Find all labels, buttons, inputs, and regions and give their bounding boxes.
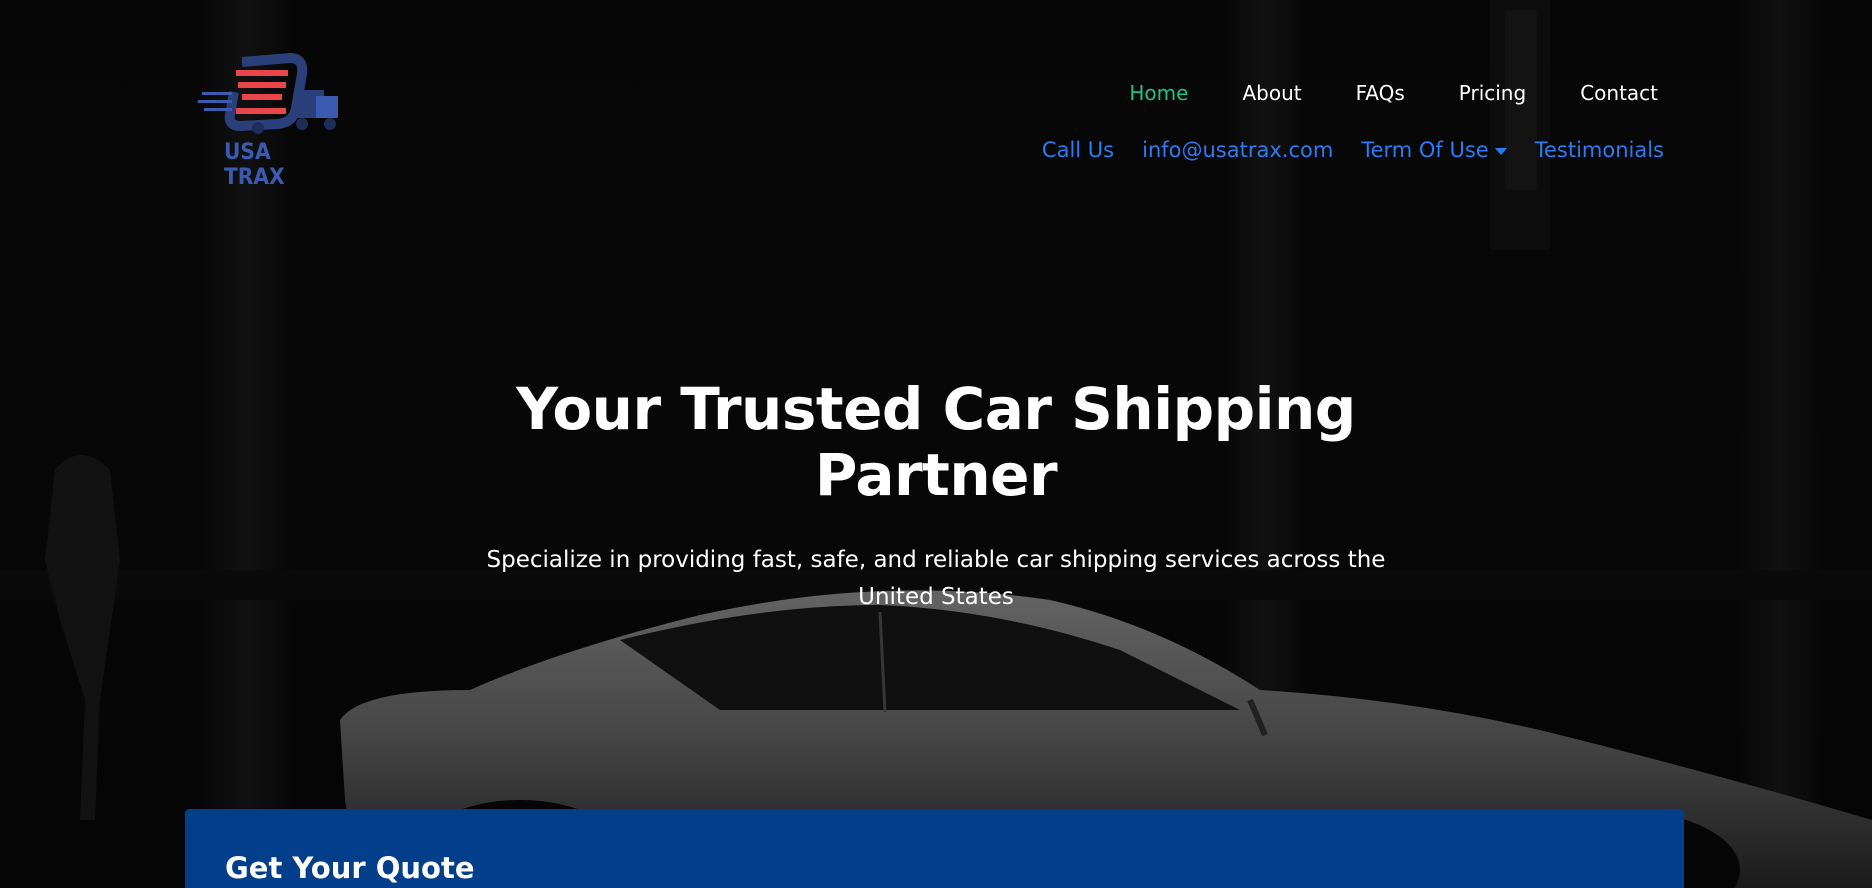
term-of-use-dropdown[interactable]: Term Of Use bbox=[1361, 136, 1507, 164]
email-link[interactable]: info@usatrax.com bbox=[1142, 136, 1333, 164]
nav-contact[interactable]: Contact bbox=[1580, 80, 1658, 106]
hero-headline: Your Trusted Car Shipping Partner bbox=[516, 375, 1356, 509]
testimonials-label: Testimonials bbox=[1534, 138, 1664, 162]
brand-name: USA TRAX bbox=[224, 140, 285, 190]
quote-panel: Get Your Quote bbox=[185, 809, 1684, 888]
hero-subtitle: Specialize in providing fast, safe, and … bbox=[486, 547, 1386, 610]
email-label: info@usatrax.com bbox=[1142, 138, 1334, 162]
term-of-use-label: Term Of Use bbox=[1361, 138, 1489, 162]
quote-title: Get Your Quote bbox=[225, 851, 475, 885]
nav-faqs[interactable]: FAQs bbox=[1356, 80, 1405, 106]
nav-pricing[interactable]: Pricing bbox=[1459, 80, 1526, 106]
brand-logo[interactable]: USA TRAX bbox=[198, 52, 350, 190]
caret-down-icon bbox=[1494, 147, 1507, 155]
call-us-link[interactable]: Call Us bbox=[1042, 136, 1114, 164]
call-us-label: Call Us bbox=[1041, 138, 1115, 162]
testimonials-link[interactable]: Testimonials bbox=[1535, 136, 1664, 164]
nav-about[interactable]: About bbox=[1242, 80, 1301, 106]
hero-section: USA TRAX Home About FAQs Pricing Contact… bbox=[0, 0, 1872, 888]
secondary-nav: Call Us info@usatrax.com Term Of Use Tes… bbox=[1014, 136, 1664, 164]
truck-logo-icon bbox=[198, 52, 338, 134]
primary-nav: Home About FAQs Pricing Contact bbox=[1075, 80, 1658, 106]
nav-home[interactable]: Home bbox=[1129, 80, 1188, 106]
